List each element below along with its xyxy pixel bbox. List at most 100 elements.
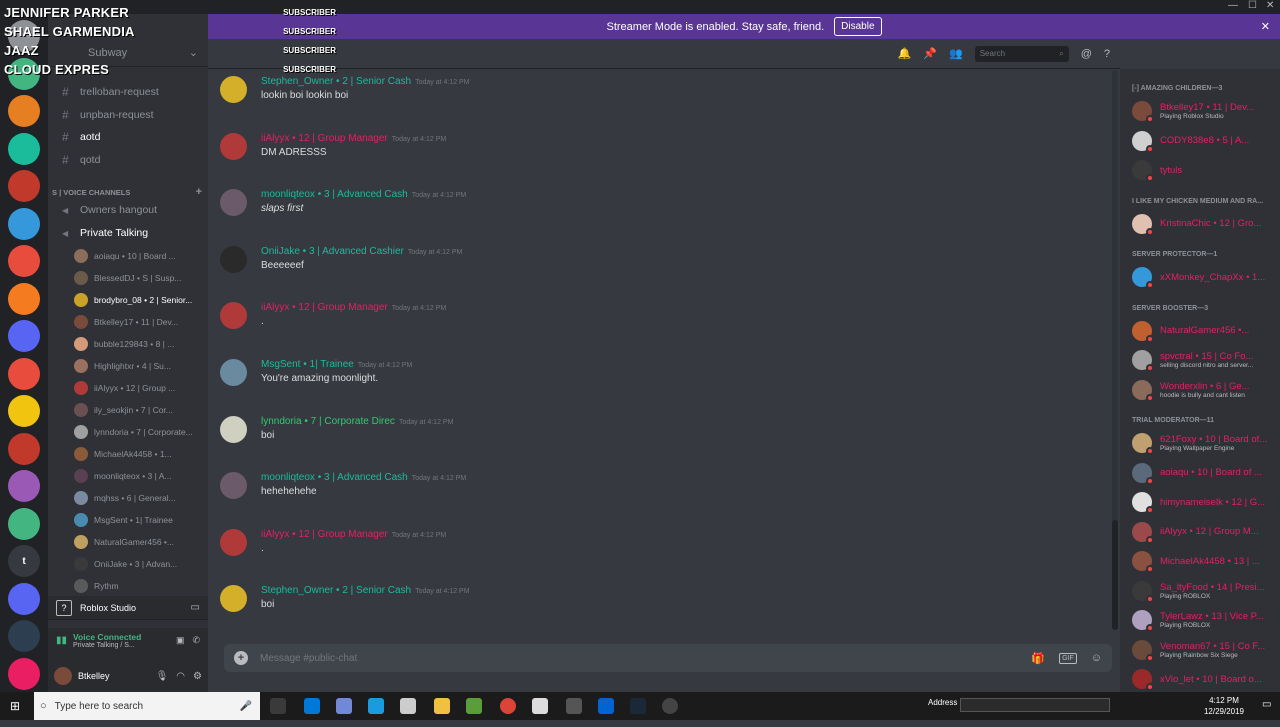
server-icon[interactable] xyxy=(8,582,40,615)
message-avatar[interactable] xyxy=(220,132,247,160)
member-item[interactable]: NaturalGamer456 •... xyxy=(1132,317,1278,345)
voice-user[interactable]: Highlightxr • 4 | Su...⁄ xyxy=(74,356,208,376)
server-icon[interactable] xyxy=(8,395,40,427)
mic-icon[interactable]: 🎤 xyxy=(240,701,252,712)
channel-item[interactable]: # unpban-request xyxy=(56,105,202,125)
message-avatar[interactable] xyxy=(220,415,247,443)
voice-user[interactable]: OniiJake • 3 | Advan...⁄ xyxy=(74,554,208,574)
voice-user[interactable]: lynndoria • 7 | Corporate...⁄ xyxy=(74,422,208,442)
chat-scrollbar[interactable] xyxy=(1112,70,1118,630)
address-input[interactable] xyxy=(960,698,1110,712)
voice-user[interactable]: moonliqteox • 3 | A...⁄ xyxy=(74,466,208,486)
taskbar-search[interactable]: ○ Type here to search 🎤 xyxy=(34,692,260,720)
message-author[interactable]: iiAlyyx • 12 | Group Manager xyxy=(261,529,388,540)
member-item[interactable]: himynameiselk • 12 | G... xyxy=(1132,488,1278,516)
edge-icon[interactable] xyxy=(304,698,320,714)
disable-button[interactable]: Disable xyxy=(834,17,882,36)
voice-channel-item[interactable]: ◀ Owners hangout xyxy=(56,200,202,220)
server-icon[interactable] xyxy=(8,207,40,240)
server-icon[interactable]: t xyxy=(8,545,40,577)
voice-user[interactable]: Btkelley17 • 11 | Dev...⁄ xyxy=(74,312,208,332)
voice-user[interactable]: ily_seokjin • 7 | Cor...⁄ xyxy=(74,400,208,420)
voice-location[interactable]: Private Talking / S... xyxy=(73,642,141,649)
member-item[interactable]: 621Foxy • 10 | Board of... Playing Wallpa… xyxy=(1132,429,1278,457)
add-channel-icon[interactable]: + xyxy=(196,186,202,198)
voice-user[interactable]: iiAlyyx • 12 | Group ...⁄ xyxy=(74,378,208,398)
member-item[interactable]: spvctral • 15 | Co Fo... selling discord … xyxy=(1132,346,1278,374)
member-item[interactable]: xVio_let • 10 | Board o... xyxy=(1132,665,1278,692)
screen-share-icon[interactable]: ▭ xyxy=(191,602,200,613)
chrome-icon[interactable] xyxy=(500,698,516,714)
message-author[interactable]: moonliqteox • 3 | Advanced Cash xyxy=(261,189,408,200)
member-item[interactable]: aoiaqu • 10 | Board of ... xyxy=(1132,459,1278,487)
channel-item[interactable]: # qotd xyxy=(56,150,202,170)
voice-user[interactable]: brodybro_08 • 2 | Senior...⁄ xyxy=(74,290,208,310)
headset-icon[interactable]: ◠ xyxy=(176,671,185,682)
task-view-icon[interactable] xyxy=(270,698,286,714)
message-author[interactable]: Stephen_Owner • 2 | Senior Cash xyxy=(261,585,411,596)
server-icon[interactable] xyxy=(8,620,40,652)
server-icon[interactable] xyxy=(8,320,40,352)
message-avatar[interactable] xyxy=(220,528,247,556)
server-icon[interactable] xyxy=(8,95,40,127)
server-icon[interactable] xyxy=(8,170,40,202)
message-author[interactable]: OniiJake • 3 | Advanced Cashier xyxy=(261,246,404,257)
scroll-thumb[interactable] xyxy=(1112,520,1118,630)
gift-icon[interactable]: 🎁 xyxy=(1031,652,1045,665)
voice-user[interactable]: aoiaqu • 10 | Board ...⁄ xyxy=(74,246,208,266)
member-item[interactable]: Sa_ltyFood • 14 | Presi... Playing ROBLOX xyxy=(1132,577,1278,605)
member-item[interactable]: MichaelAk4458 • 13 | ... xyxy=(1132,547,1278,575)
message-avatar[interactable] xyxy=(220,472,247,500)
close-button[interactable]: ✕ xyxy=(1266,0,1274,11)
message-author[interactable]: moonliqteox • 3 | Advanced Cash xyxy=(261,472,408,483)
steam-icon[interactable] xyxy=(630,698,646,714)
message-composer[interactable]: + Message #public-chat 🎁 GIF ☺ xyxy=(224,644,1112,672)
settings-gear-icon[interactable]: ⚙ xyxy=(193,671,202,682)
channel-item[interactable]: # aotd xyxy=(56,127,202,147)
message-avatar[interactable] xyxy=(220,245,247,273)
notes-icon[interactable] xyxy=(532,698,548,714)
voice-user[interactable]: BlessedDJ • S | Susp...⁄ xyxy=(74,268,208,288)
emoji-icon[interactable]: ☺ xyxy=(1091,652,1102,664)
notification-icon[interactable]: ▭ xyxy=(1262,699,1271,710)
server-icon[interactable] xyxy=(8,507,40,540)
member-item[interactable]: TylerLawz • 13 | Vice P... Playing ROBLOX xyxy=(1132,606,1278,634)
minecraft-icon[interactable] xyxy=(466,698,482,714)
member-item[interactable]: Btkelley17 • 11 | Dev... Playing Roblox S… xyxy=(1132,97,1278,125)
telegram-icon[interactable] xyxy=(368,698,384,714)
upload-plus-icon[interactable]: + xyxy=(234,651,248,665)
member-item[interactable]: tytuls xyxy=(1132,156,1278,184)
message-avatar[interactable] xyxy=(220,359,247,386)
server-icon[interactable] xyxy=(8,132,40,165)
server-icon[interactable] xyxy=(8,432,40,465)
member-item[interactable]: Venoman67 • 15 | Co F... Playing Rainbow … xyxy=(1132,636,1278,664)
pin-icon[interactable]: 📌 xyxy=(923,47,937,60)
mail-icon[interactable] xyxy=(400,698,416,714)
search-input[interactable]: Search ⌕ xyxy=(974,45,1069,62)
disconnect-icon[interactable]: ✆ xyxy=(192,635,200,646)
voice-user[interactable]: NaturalGamer456 •...⁄ xyxy=(74,532,208,552)
server-icon[interactable] xyxy=(8,282,40,315)
voice-user[interactable]: Rythm⁄ xyxy=(74,576,208,596)
server-icon[interactable] xyxy=(8,357,40,390)
folder-icon[interactable] xyxy=(434,698,450,714)
voice-user[interactable]: MsgSent • 1| Trainee⁄ xyxy=(74,510,208,530)
message-author[interactable]: iiAlyyx • 12 | Group Manager xyxy=(261,302,388,313)
clock[interactable]: 4:12 PM 12/29/2019 xyxy=(1196,695,1252,717)
message-avatar[interactable] xyxy=(220,302,247,330)
message-avatar[interactable] xyxy=(220,585,247,613)
member-item[interactable]: CODY838e8 • 5 | A... xyxy=(1132,127,1278,155)
voice-user[interactable]: mqhss • 6 | General...⁄ xyxy=(74,488,208,508)
activity-panel[interactable]: ? Roblox Studio ▭ xyxy=(48,596,208,620)
maximize-button[interactable]: ☐ xyxy=(1248,0,1257,11)
minimize-button[interactable]: — xyxy=(1228,0,1238,11)
mute-icon[interactable]: 🎙 xyxy=(156,671,169,682)
mention-icon[interactable]: @ xyxy=(1081,48,1092,60)
obs-icon[interactable] xyxy=(662,698,678,714)
members-icon[interactable]: 👥 xyxy=(949,47,963,60)
app-icon[interactable] xyxy=(566,698,582,714)
server-icon[interactable] xyxy=(8,470,40,502)
voice-user[interactable]: MichaelAk4458 • 1...⁄ xyxy=(74,444,208,464)
voice-category[interactable]: S | VOICE CHANNELS + xyxy=(52,186,202,198)
member-item[interactable]: xXMonkey_ChapXx • 1... xyxy=(1132,263,1278,291)
